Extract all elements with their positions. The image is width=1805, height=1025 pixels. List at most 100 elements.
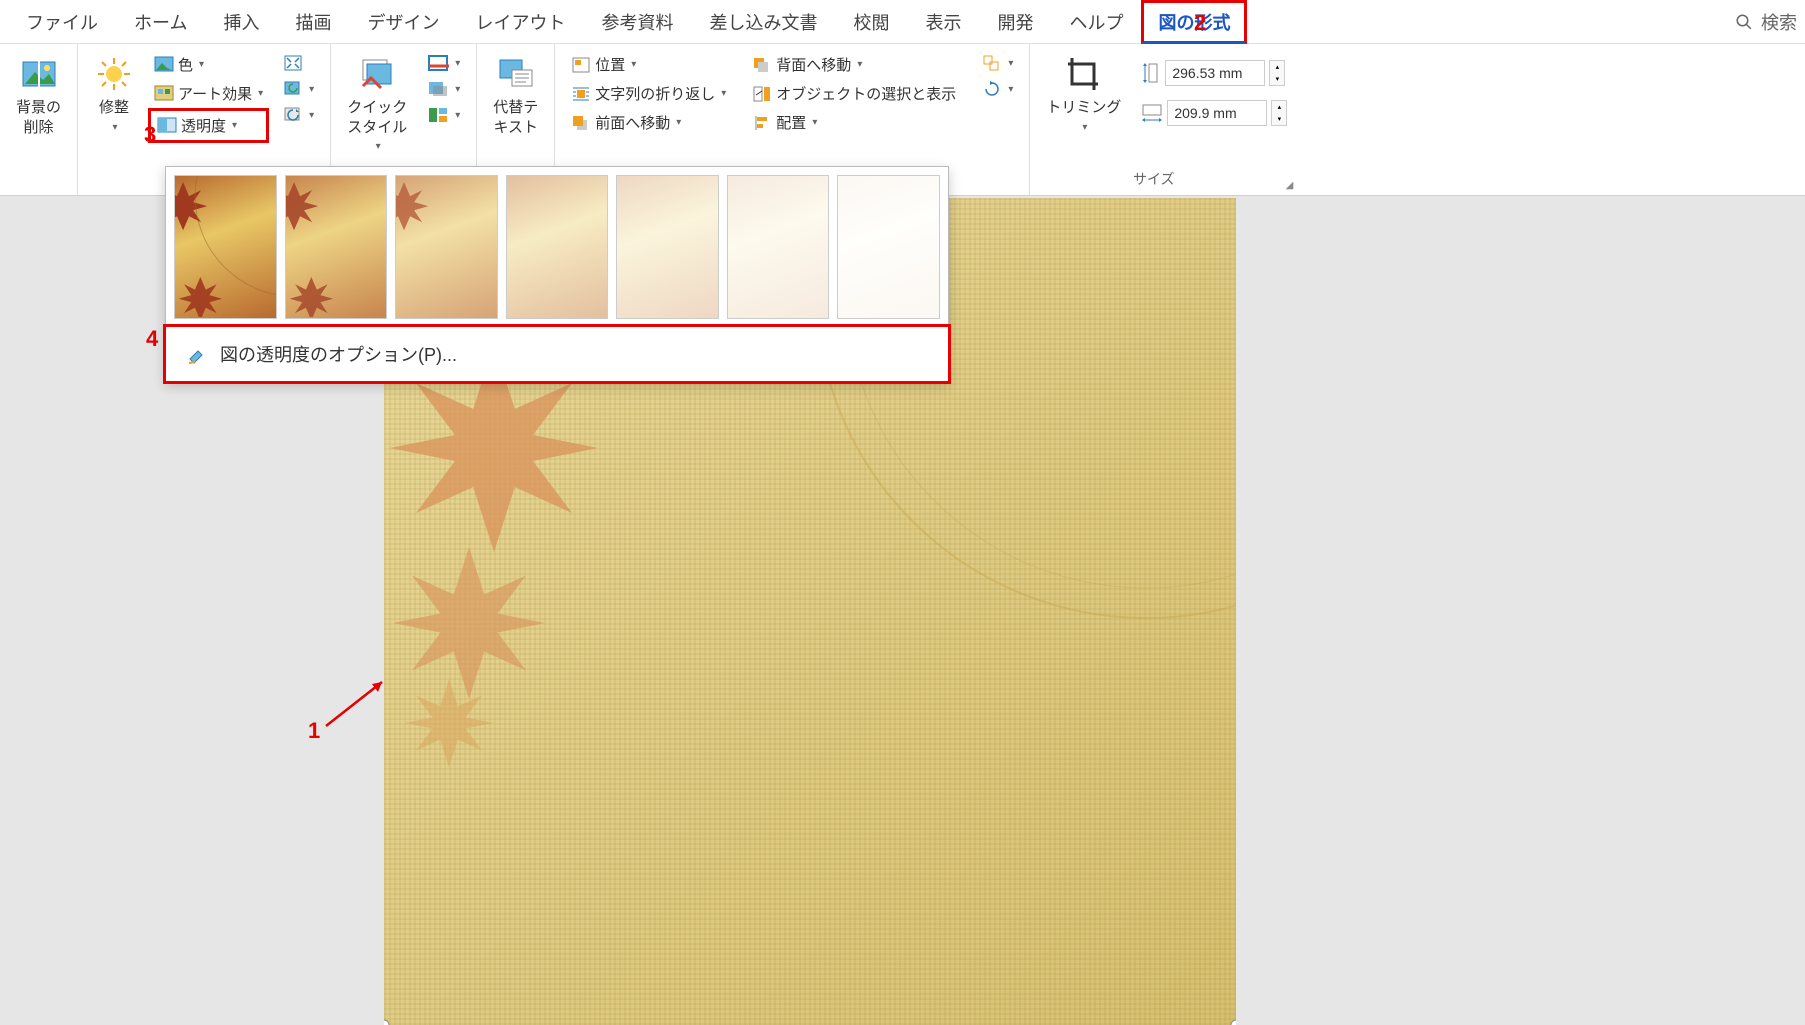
group-icon (982, 54, 1002, 72)
picture-layout-icon (427, 106, 449, 124)
bring-forward-button[interactable]: 前面へ移動▾ (565, 108, 732, 137)
transparency-preset-0[interactable] (174, 175, 277, 319)
transparency-options-icon (186, 343, 208, 365)
crop-icon (1064, 54, 1104, 94)
tab-developer[interactable]: 開発 (979, 0, 1051, 45)
alt-text-l2: キスト (493, 119, 538, 136)
chevron-down-icon: ▾ (455, 84, 460, 95)
spin-up[interactable]: ▴ (1270, 61, 1284, 73)
position-icon (571, 56, 591, 74)
crop-button[interactable]: トリミング ▾ (1040, 50, 1127, 137)
bring-forward-label: 前面へ移動 (595, 112, 670, 133)
remove-bg-label1: 背景の (16, 99, 61, 116)
artistic-effects-button[interactable]: アート効果 ▾ (148, 79, 269, 108)
selection-pane-label: オブジェクトの選択と表示 (776, 83, 956, 104)
color-button[interactable]: 色 ▾ (148, 50, 269, 79)
align-label: 配置 (776, 112, 806, 133)
transparency-preset-6[interactable] (837, 175, 940, 319)
group-size: トリミング ▾ 296.53 mm ▴▾ 209.9 mm ▴▾ サイズ ◢ (1030, 44, 1297, 195)
chevron-down-icon: ▾ (309, 84, 314, 95)
remove-bg-icon (19, 54, 59, 94)
chevron-down-icon: ▾ (812, 117, 817, 128)
alt-text-l1: 代替テ (493, 99, 538, 116)
search[interactable]: 検索 (1735, 9, 1797, 35)
transparency-gallery: 図の透明度のオプション(P)... (165, 166, 949, 382)
chevron-down-icon: ▾ (857, 59, 862, 70)
transparency-preset-3[interactable] (506, 175, 609, 319)
change-picture-button[interactable]: ▾ (277, 76, 320, 102)
spin-up[interactable]: ▴ (1272, 101, 1286, 113)
quick-styles-l1: クイック (347, 99, 407, 116)
spin-down[interactable]: ▾ (1270, 73, 1284, 85)
position-button[interactable]: 位置 ▾ (565, 50, 732, 79)
tab-review[interactable]: 校閲 (835, 0, 907, 45)
rotate-icon (982, 80, 1002, 98)
picture-border-button[interactable]: ▾ (421, 50, 466, 76)
spin-down[interactable]: ▾ (1272, 113, 1286, 125)
color-icon (154, 56, 174, 74)
text-wrap-label: 文字列の折り返し (595, 83, 715, 104)
remove-bg-label2: 削除 (24, 119, 54, 136)
picture-effects-icon (427, 80, 449, 98)
send-backward-button[interactable]: 背面へ移動▾ (746, 50, 962, 79)
size-group-label: サイズ (1030, 169, 1277, 191)
tab-view[interactable]: 表示 (907, 0, 979, 45)
tab-help[interactable]: ヘルプ (1051, 0, 1141, 45)
height-input[interactable]: 296.53 mm ▴▾ (1141, 60, 1287, 86)
transparency-preset-1[interactable] (285, 175, 388, 319)
chevron-down-icon: ▾ (376, 141, 381, 152)
corrections-icon (94, 54, 134, 94)
transparency-button[interactable]: 透明度 ▾ (148, 108, 269, 143)
transparency-preset-5[interactable] (727, 175, 830, 319)
reset-picture-icon (283, 106, 303, 124)
transparency-icon (157, 117, 177, 135)
transparency-preset-2[interactable] (395, 175, 498, 319)
width-icon (1141, 103, 1163, 123)
chevron-down-icon: ▾ (631, 59, 636, 70)
reset-picture-button[interactable]: ▾ (277, 102, 320, 128)
width-input[interactable]: 209.9 mm ▴▾ (1141, 100, 1287, 126)
group-objects-button[interactable]: ▾ (976, 50, 1019, 76)
transparency-options-label: 図の透明度のオプション(P)... (220, 341, 457, 367)
size-dialog-launcher[interactable]: ◢ (1286, 180, 1294, 191)
picture-border-icon (427, 54, 449, 72)
tab-references[interactable]: 参考資料 (583, 0, 691, 45)
tab-design[interactable]: デザイン (349, 0, 457, 45)
annotation-2: 2 (1194, 10, 1206, 36)
picture-layout-button[interactable]: ▾ (421, 102, 466, 128)
tab-layout[interactable]: レイアウト (457, 0, 583, 45)
picture-effects-button[interactable]: ▾ (421, 76, 466, 102)
tab-draw[interactable]: 描画 (277, 0, 349, 45)
transparency-options-menu-item[interactable]: 図の透明度のオプション(P)... (163, 324, 951, 384)
corrections-label: 修整 (99, 98, 129, 118)
search-icon (1735, 13, 1753, 31)
annotation-arrow (322, 674, 392, 730)
height-value[interactable]: 296.53 mm (1165, 60, 1265, 86)
quick-styles-icon (357, 54, 397, 94)
alt-text-button[interactable]: 代替テキスト (487, 50, 544, 141)
text-wrap-button[interactable]: 文字列の折り返し ▾ (565, 79, 732, 108)
rotate-button[interactable]: ▾ (976, 76, 1019, 102)
width-value[interactable]: 209.9 mm (1167, 100, 1267, 126)
transparency-label: 透明度 (181, 115, 226, 136)
remove-background-button[interactable]: 背景の削除 (10, 50, 67, 141)
chevron-down-icon: ▾ (1008, 84, 1013, 95)
tab-mailings[interactable]: 差し込み文書 (691, 0, 835, 45)
tab-home[interactable]: ホーム (116, 0, 205, 45)
group-remove-bg: 背景の削除 (0, 44, 78, 195)
color-label: 色 (178, 54, 193, 75)
chevron-down-icon: ▾ (309, 110, 314, 121)
selection-pane-button[interactable]: オブジェクトの選択と表示 (746, 79, 962, 108)
transparency-preset-4[interactable] (616, 175, 719, 319)
quick-styles-button[interactable]: クイックスタイル ▾ (341, 50, 413, 156)
text-wrap-icon (571, 85, 591, 103)
chevron-down-icon: ▾ (721, 88, 726, 99)
tab-insert[interactable]: 挿入 (205, 0, 277, 45)
chevron-down-icon: ▾ (455, 110, 460, 121)
selection-pane-icon (752, 85, 772, 103)
compress-pictures-button[interactable] (277, 50, 320, 76)
corrections-button[interactable]: 修整 ▾ (88, 50, 140, 137)
align-button[interactable]: 配置 ▾ (746, 108, 962, 137)
tab-file[interactable]: ファイル (8, 0, 116, 45)
position-label: 位置 (595, 54, 625, 75)
